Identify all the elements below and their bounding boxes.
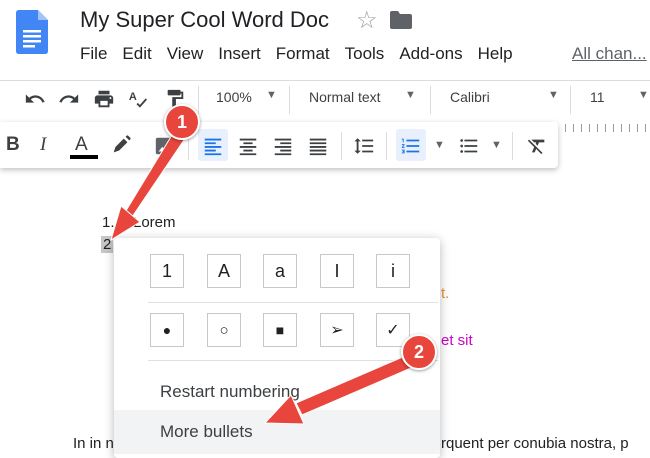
toolbar-divider [430,86,431,114]
numbering-style-1[interactable]: 1 [150,254,184,288]
menu-file[interactable]: File [80,44,107,66]
bulleted-list-icon[interactable] [458,135,480,157]
menu-help[interactable]: Help [478,44,513,66]
menu-divider [148,360,438,361]
bulleted-list-dropdown-icon[interactable]: ▼ [491,139,502,151]
menu-addons[interactable]: Add-ons [399,44,462,66]
toolbar-divider [512,132,513,160]
folder-icon[interactable] [390,11,412,29]
toolbar-divider [289,86,290,114]
orange-text-fragment: t. [441,285,450,302]
text-color-button[interactable]: A [75,134,88,156]
menu-view[interactable]: View [167,44,204,66]
align-left-icon[interactable] [202,135,224,157]
clear-formatting-icon[interactable] [526,135,548,157]
menu-divider [148,302,438,303]
more-bullets-item[interactable]: More bullets [160,422,253,442]
spellcheck-icon[interactable]: A [128,88,150,110]
numbering-style-A[interactable]: A [207,254,241,288]
toolbar-divider [386,132,387,160]
line-spacing-icon[interactable] [352,135,376,157]
toolbar-divider [341,132,342,160]
bullet-style-filled-circle[interactable]: ● [150,313,184,347]
insert-image-icon[interactable] [154,135,176,157]
restart-numbering-item[interactable]: Restart numbering [160,382,300,402]
style-dropdown-icon[interactable]: ▼ [405,89,416,101]
menu-insert[interactable]: Insert [218,44,261,66]
font-dropdown-icon[interactable]: ▼ [548,89,559,101]
list-item-1-text[interactable]: Lorem [133,214,176,231]
bullet-style-square[interactable]: ■ [263,313,297,347]
menu-bar: File Edit View Insert Format Tools Add-o… [80,44,528,66]
list-item-2-number[interactable]: 2 [101,236,114,253]
text-color-swatch [70,155,98,159]
bold-button[interactable]: B [6,134,20,156]
numbering-style-a[interactable]: a [263,254,297,288]
paragraph-text-left: In in n [73,435,114,452]
numbering-style-I[interactable]: I [320,254,354,288]
callout-badge-2: 2 [401,334,437,370]
list-item-1-number: 1. [102,214,115,231]
highlight-pen-icon[interactable] [110,134,132,156]
align-right-icon[interactable] [272,135,294,157]
bullet-style-arrow[interactable]: ➢ [320,313,354,347]
justify-icon[interactable] [307,135,329,157]
svg-text:A: A [129,91,137,103]
toolbar-divider [198,86,199,114]
align-center-icon[interactable] [237,135,259,157]
font-select[interactable]: Calibri [450,89,490,105]
size-dropdown-icon[interactable]: ▼ [638,89,649,101]
paragraph-style-select[interactable]: Normal text [309,89,381,105]
ruler [565,124,650,132]
paragraph-text-right: rquent per conubia nostra, p [441,435,629,452]
star-icon[interactable]: ☆ [356,6,378,35]
italic-button[interactable]: I [40,134,46,156]
undo-icon[interactable] [24,88,46,110]
zoom-select[interactable]: 100% [216,89,252,105]
magenta-text-fragment: et sit [441,332,473,349]
menu-format[interactable]: Format [276,44,330,66]
document-title[interactable]: My Super Cool Word Doc [80,7,329,33]
print-icon[interactable] [93,88,115,110]
numbered-list-dropdown-icon[interactable]: ▼ [434,139,445,151]
all-changes-link[interactable]: All chan... [572,44,647,64]
callout-badge-1: 1 [164,104,200,140]
bullet-style-hollow-circle[interactable]: ○ [207,313,241,347]
numbering-style-i[interactable]: i [376,254,410,288]
redo-icon[interactable] [58,88,80,110]
menu-tools[interactable]: Tools [345,44,385,66]
font-size-select[interactable]: 11 [590,89,605,105]
docs-logo-icon[interactable] [16,10,48,54]
zoom-dropdown-icon[interactable]: ▼ [266,89,277,101]
numbered-list-icon[interactable] [400,135,422,157]
toolbar-divider [570,86,571,114]
menu-edit[interactable]: Edit [122,44,151,66]
